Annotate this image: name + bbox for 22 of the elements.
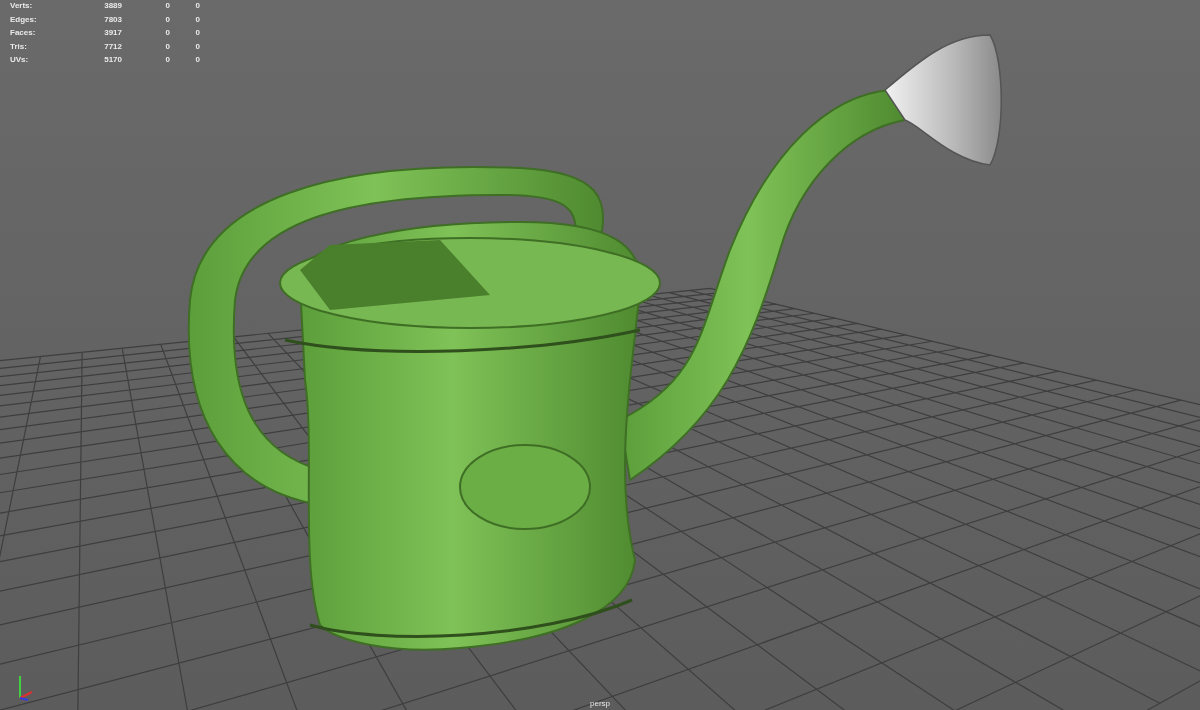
- stat-value: 0: [194, 40, 200, 53]
- stat-value: 0: [164, 13, 170, 26]
- stat-value: 0: [164, 54, 170, 66]
- stat-value: 0: [194, 54, 200, 66]
- stat-label: Tris:: [10, 40, 28, 53]
- stat-label: UVs:: [10, 54, 30, 66]
- stat-value: 0: [194, 13, 200, 26]
- stat-value: 0: [194, 27, 200, 39]
- stat-value: 0: [164, 0, 170, 12]
- stat-value: 7803: [103, 13, 122, 26]
- stat-value: 5170: [103, 54, 122, 66]
- stat-value: 0: [194, 0, 200, 12]
- stat-value: 3889: [103, 0, 122, 12]
- stat-value: 7712: [103, 40, 122, 53]
- camera-label: persp: [590, 699, 610, 708]
- stat-value: 3917: [103, 27, 122, 39]
- stat-value: 0: [164, 40, 170, 53]
- stat-label: Verts:: [10, 0, 34, 12]
- stat-value: 0: [164, 27, 170, 39]
- stat-label: Edges:: [10, 13, 38, 26]
- stat-label: Faces:: [10, 27, 37, 39]
- viewport[interactable]: Verts: 3889 0 0 Edges: 7803 0 0 Faces: 3917 0 0 Tris: 7712 0 0 UVs: 5170 0 0 persp: [0, 0, 1200, 710]
